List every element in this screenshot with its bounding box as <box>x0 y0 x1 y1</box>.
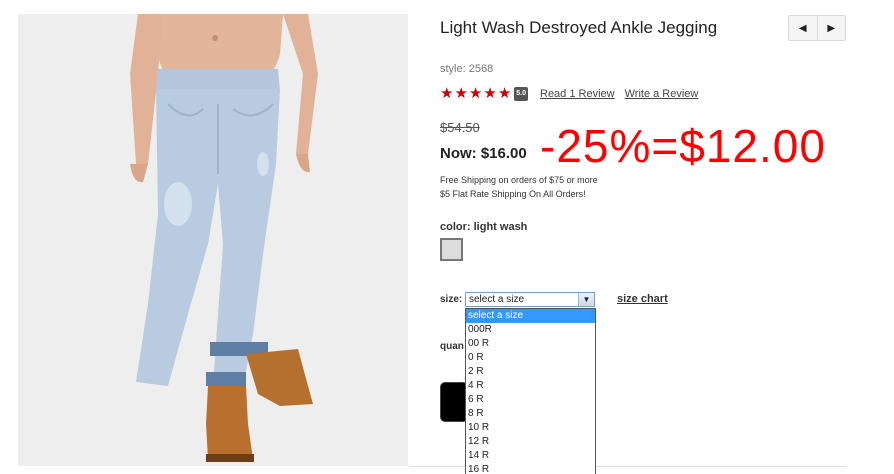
product-style: style: 2568 <box>440 63 494 75</box>
sale-price: Now: $16.00 <box>440 145 527 162</box>
size-label: size: <box>440 294 463 305</box>
read-reviews-link[interactable]: Read 1 Review <box>540 88 615 100</box>
color-label-text: color: <box>440 221 471 233</box>
star-rating: ★ ★ ★ ★ ★ <box>440 86 511 101</box>
color-value: light wash <box>473 221 528 233</box>
star-icon: ★ <box>454 85 468 102</box>
size-dropdown-list[interactable]: select a size 000R 00 R 0 R 2 R 4 R 6 R … <box>465 308 596 474</box>
dropdown-arrow-icon[interactable]: ▼ <box>578 293 594 306</box>
shipping-flat-text: $5 Flat Rate Shipping On All Orders! <box>440 189 586 199</box>
caret-left-icon: ◀ <box>798 22 807 34</box>
shipping-free-text: Free Shipping on orders of $75 or more <box>440 175 598 185</box>
size-select[interactable]: select a size ▼ <box>465 292 595 307</box>
original-price: $54.50 <box>440 120 480 135</box>
size-option[interactable]: 10 R <box>466 421 595 435</box>
size-option[interactable]: 14 R <box>466 449 595 463</box>
promo-annotation: -25%=$12.00 <box>540 120 826 172</box>
size-option[interactable]: 0 R <box>466 351 595 365</box>
rating-row: ★ ★ ★ ★ ★ 5.0 Read 1 Review Write a Revi… <box>440 86 698 101</box>
product-nav: ◀ ▶ <box>788 15 846 41</box>
jeans-photo <box>18 14 408 466</box>
next-product-button[interactable]: ▶ <box>816 16 846 40</box>
size-option[interactable]: 8 R <box>466 407 595 421</box>
size-select-value: select a size <box>469 294 525 305</box>
size-option[interactable]: 00 R <box>466 337 595 351</box>
size-option[interactable]: 6 R <box>466 393 595 407</box>
prev-product-button[interactable]: ◀ <box>789 16 817 40</box>
star-icon: ★ <box>440 85 454 102</box>
product-image[interactable] <box>18 14 408 466</box>
add-to-cart-button[interactable] <box>440 382 468 422</box>
size-option[interactable]: 4 R <box>466 379 595 393</box>
color-label: color: light wash <box>440 221 527 233</box>
color-swatch-light-wash[interactable] <box>440 238 463 261</box>
size-option[interactable]: 2 R <box>466 365 595 379</box>
write-review-link[interactable]: Write a Review <box>625 88 699 100</box>
size-option[interactable]: select a size <box>466 309 595 323</box>
caret-right-icon: ▶ <box>827 22 836 34</box>
star-icon: ★ <box>497 85 512 102</box>
size-option[interactable]: 16 R <box>466 463 595 474</box>
quantity-label: quan <box>440 341 464 352</box>
product-title: Light Wash Destroyed Ankle Jegging <box>440 18 718 37</box>
size-option[interactable]: 000R <box>466 323 595 337</box>
size-option[interactable]: 12 R <box>466 435 595 449</box>
star-icon: ★ <box>483 85 497 102</box>
size-chart-link[interactable]: size chart <box>617 293 668 305</box>
rating-score: 5.0 <box>514 86 528 101</box>
star-icon: ★ <box>468 85 483 102</box>
